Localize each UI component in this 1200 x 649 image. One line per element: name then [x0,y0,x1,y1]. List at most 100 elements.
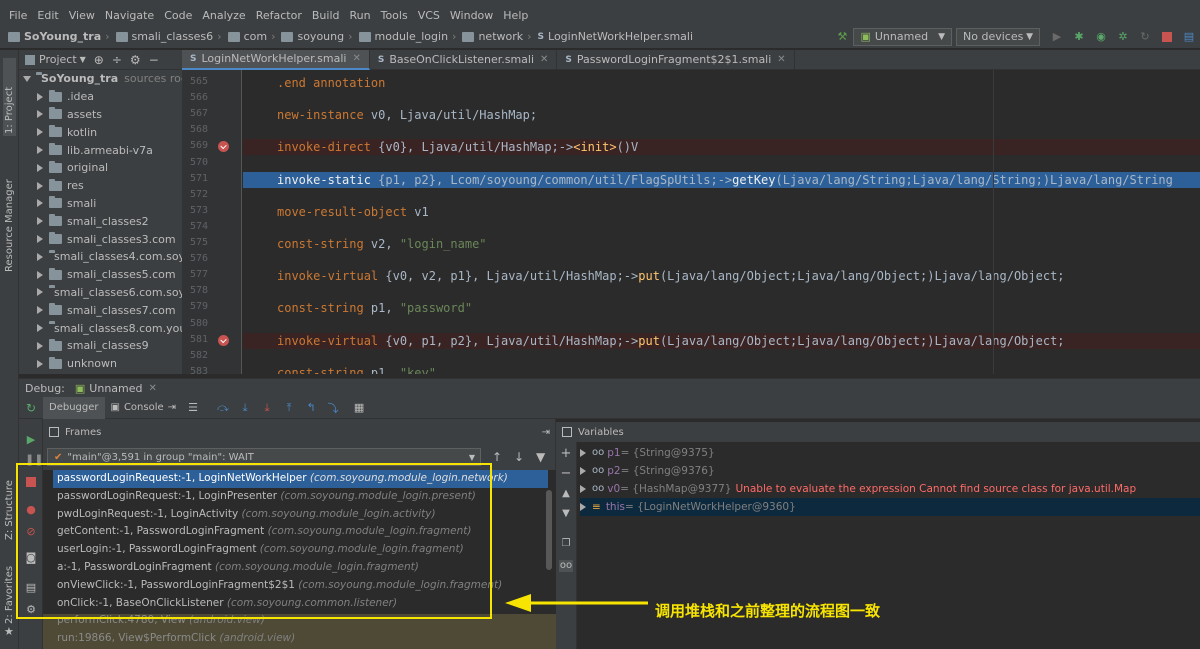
evaluate-icon[interactable]: ▦ [352,401,366,415]
debug-bug-icon[interactable]: ✱ [1072,30,1086,44]
project-view-label[interactable]: Project [39,53,77,66]
expand-arrow-icon[interactable] [580,449,586,457]
variable-row[interactable]: oo p1 = {String@9375} [580,444,715,462]
breadcrumb-item[interactable]: S LoginNetWorkHelper.smali [536,30,693,43]
tree-root[interactable]: SoYoung_tra sources root [19,70,182,88]
arrow-up-icon[interactable]: ↑ [492,450,502,464]
side-tab-project[interactable]: 1: Project [4,87,15,134]
apply-changes-icon[interactable]: ↻ [1138,30,1152,44]
menu-item[interactable]: Code [159,6,197,25]
tree-item[interactable]: smali_classes3.com [19,230,182,248]
menu-item[interactable]: Navigate [100,6,159,25]
filter-icon[interactable]: ▼ [536,450,545,464]
arrow-down-icon[interactable]: ↓ [514,450,524,464]
arrow-down-icon[interactable]: ▼ [560,508,572,520]
breadcrumb-item[interactable]: module_login › [357,30,461,43]
tree-item[interactable]: smali_classes6.com.soy [19,284,182,302]
breadcrumb-item[interactable]: smali_classes6 › [114,30,226,43]
code-editor[interactable]: .end annotation new-instance v0, Ljava/ut… [243,70,1200,376]
menu-item[interactable]: Edit [32,6,63,25]
side-tab-structure[interactable]: Z: Structure [4,480,15,540]
debug-session-tab[interactable]: Unnamed [89,382,142,395]
run-config-select[interactable]: ▣ Unnamed ▼ [853,27,952,46]
tree-item[interactable]: smali_classes7.com [19,301,182,319]
tree-item[interactable]: kotlin [19,123,182,141]
locate-icon[interactable]: ⊕ [94,53,104,67]
variable-row[interactable]: oo p2 = {String@9376} [580,462,715,480]
tree-item[interactable]: original [19,159,182,177]
arrow-up-icon[interactable]: ▲ [560,488,572,500]
tree-item[interactable]: smali [19,195,182,213]
tree-item[interactable]: .idea [19,88,182,106]
tree-item[interactable]: smali_classes2 [19,212,182,230]
drop-frame-icon[interactable]: ↰ [304,401,318,415]
rerun-icon[interactable]: ↻ [19,401,43,415]
frame-row[interactable]: run:19866, View$PerformClick (android.vi… [57,630,295,648]
breakpoint-icon[interactable] [218,141,229,153]
frames-scrollbar[interactable] [546,490,552,570]
tree-item[interactable]: assets [19,106,182,124]
force-step-into-icon[interactable]: ⤓ [260,401,274,415]
close-icon[interactable]: ✕ [777,54,785,65]
editor-tab[interactable]: S LoginNetWorkHelper.smali ✕ [182,49,370,70]
attach-debugger-icon[interactable]: ✲ [1116,30,1130,44]
watches-icon[interactable]: oo [559,560,573,572]
menu-item[interactable]: Build [307,6,345,25]
tree-item[interactable]: lib.armeabi-v7a [19,141,182,159]
editor-tab[interactable]: S BaseOnClickListener.smali ✕ [370,49,558,70]
pin-icon[interactable]: ⇥ [542,427,550,438]
tree-item[interactable]: smali_classes8.com.you [19,319,182,337]
side-tab-resource-manager[interactable]: Resource Manager [4,179,15,272]
breakpoint-icon[interactable] [218,334,229,346]
menu-item[interactable]: Analyze [197,6,250,25]
expand-arrow-icon[interactable] [580,467,586,475]
close-icon[interactable]: ✕ [352,53,360,64]
menu-item[interactable]: Tools [376,6,413,25]
step-out-icon[interactable]: ⤒ [282,401,296,415]
tree-item[interactable]: smali_classes4.com.soy [19,248,182,266]
remove-watch-icon[interactable]: − [560,467,572,480]
gear-icon[interactable]: ⚙ [130,53,141,67]
tree-item[interactable]: smali_classes5.com [19,266,182,284]
menu-item[interactable]: Window [445,6,498,25]
menu-item[interactable]: Help [498,6,533,25]
menu-item[interactable]: Refactor [251,6,307,25]
breadcrumb-item[interactable]: SoYoung_tra › [6,30,114,43]
run-icon[interactable]: ▶ [1050,30,1064,44]
copy-icon[interactable]: ❐ [560,538,572,550]
tree-item[interactable]: smali_classes9 [19,337,182,355]
expand-arrow-icon[interactable] [580,485,586,493]
collapse-icon[interactable]: ÷ [112,53,122,67]
sync-icon[interactable]: ▤ [1182,30,1196,44]
side-tab-favorites[interactable]: 2: Favorites [4,566,15,624]
profile-icon[interactable]: ◉ [1094,30,1108,44]
tree-item[interactable]: res [19,177,182,195]
hide-icon[interactable]: − [149,53,159,67]
star-icon[interactable]: ★ [4,625,14,638]
resume-icon[interactable]: ▶ [25,434,37,446]
tab-debugger[interactable]: Debugger [43,396,105,419]
stop-icon[interactable] [1160,30,1174,44]
breadcrumb-item[interactable]: network › [460,30,535,43]
variable-row[interactable]: ≡ this = {LoginNetWorkHelper@9360} [580,498,1200,516]
menu-item[interactable]: VCS [413,6,445,25]
step-over-icon[interactable]: ⤼ [216,401,230,415]
chevron-down-icon[interactable]: ▼ [80,55,86,64]
tab-console[interactable]: ▣ Console ⇥ [105,397,183,419]
step-into-icon[interactable]: ⤓ [238,401,252,415]
tree-item[interactable]: unknown [19,355,182,373]
breadcrumb-item[interactable]: com › [226,30,280,43]
variable-row[interactable]: oo v0 = {HashMap@9377} Unable to evaluate … [580,480,1136,498]
menu-item[interactable]: File [4,6,32,25]
breadcrumb-item[interactable]: soyoung › [279,30,356,43]
menu-item[interactable]: View [64,6,100,25]
expand-arrow-icon[interactable] [580,503,586,511]
close-icon[interactable]: ✕ [540,54,548,65]
layout-icon[interactable]: ☰ [186,401,200,415]
device-select[interactable]: No devices ▼ [956,27,1040,46]
hammer-icon[interactable]: ⚒ [835,30,849,44]
add-watch-icon[interactable]: + [560,447,572,460]
editor-tab[interactable]: S PasswordLoginFragment$2$1.smali ✕ [557,49,795,70]
close-icon[interactable]: ✕ [149,383,157,394]
menu-item[interactable]: Run [345,6,376,25]
